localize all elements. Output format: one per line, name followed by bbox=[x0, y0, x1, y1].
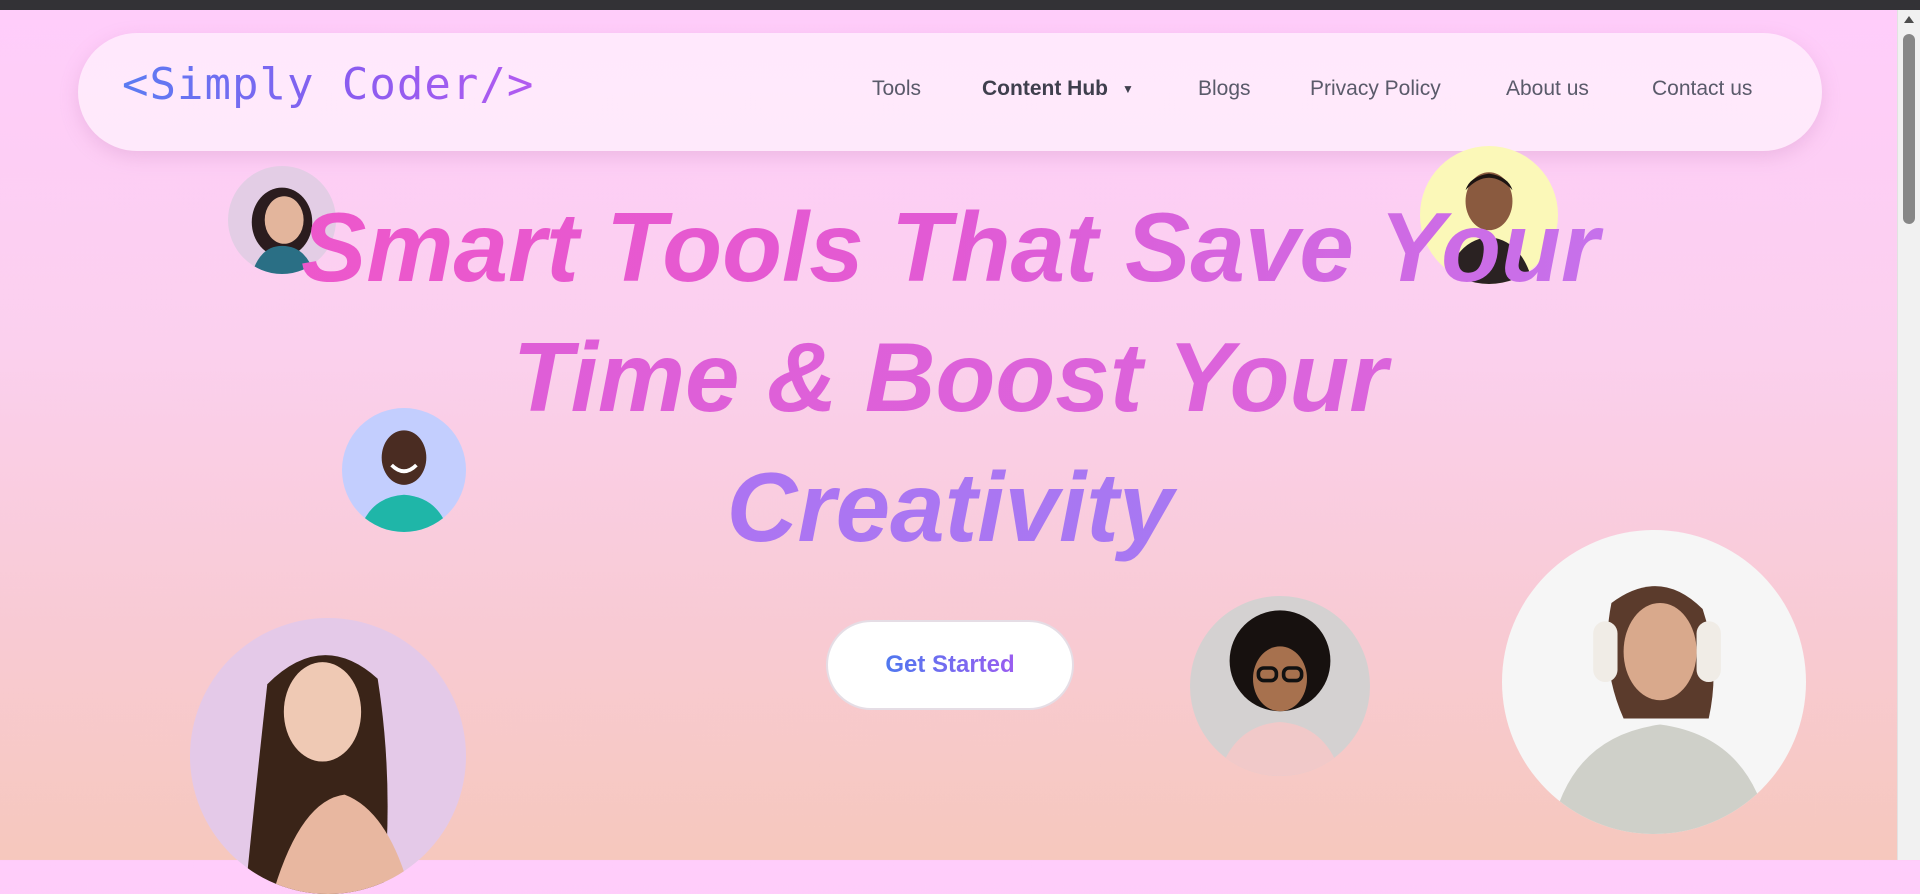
nav-item-contact-us[interactable]: Contact us bbox=[1652, 77, 1752, 101]
woman-headphones-avatar bbox=[1502, 530, 1806, 834]
caret-down-icon: ▼ bbox=[1121, 82, 1134, 97]
nav-item-blogs[interactable]: Blogs bbox=[1198, 77, 1251, 101]
page-scrollbar[interactable] bbox=[1897, 10, 1920, 860]
woman-glasses-avatar bbox=[1190, 596, 1370, 776]
nav-links: Tools Content Hub ▼ Blogs Privacy Policy … bbox=[78, 33, 1822, 151]
nav-item-content-hub[interactable]: Content Hub ▼ bbox=[982, 77, 1134, 101]
nav-item-privacy-policy[interactable]: Privacy Policy bbox=[1310, 77, 1441, 101]
get-started-button[interactable]: Get Started bbox=[826, 620, 1074, 710]
hero-title-line-1: Smart Tools That Save Your bbox=[0, 192, 1900, 302]
nav-item-about-us[interactable]: About us bbox=[1506, 77, 1589, 101]
hero-title-line-3: Creativity bbox=[0, 452, 1900, 562]
navbar: <Simply Coder/> Tools Content Hub ▼ Blogs… bbox=[78, 33, 1822, 151]
nav-item-tools[interactable]: Tools bbox=[872, 77, 921, 101]
get-started-label: Get Started bbox=[885, 651, 1015, 678]
scroll-thumb[interactable] bbox=[1903, 34, 1915, 224]
woman-long-hair-avatar bbox=[190, 618, 466, 894]
scroll-up-icon[interactable] bbox=[1904, 16, 1914, 23]
browser-top-bar bbox=[0, 0, 1920, 10]
hero-title-line-2: Time & Boost Your bbox=[0, 322, 1900, 432]
nav-item-content-hub-label: Content Hub bbox=[982, 77, 1108, 100]
